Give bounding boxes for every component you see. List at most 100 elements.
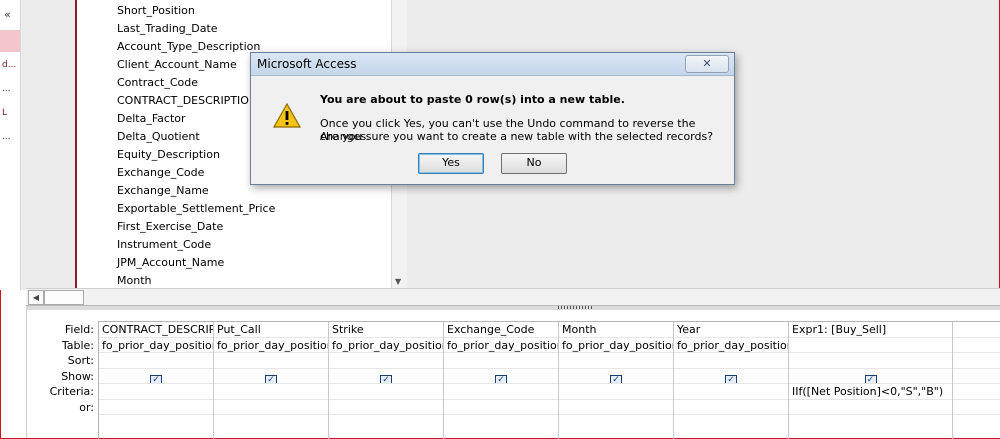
grid-cell-sort[interactable]	[99, 353, 213, 369]
grid-cell-show[interactable]: ✓	[214, 369, 328, 384]
grid-cell-or[interactable]	[214, 400, 328, 415]
design-area-left	[21, 0, 75, 290]
scroll-thumb[interactable]	[44, 290, 84, 305]
grid-cell-sort[interactable]	[329, 353, 443, 369]
grid-cell-field[interactable]: Strike	[329, 322, 443, 338]
grid-cell-table[interactable]: fo_prior_day_position	[214, 338, 328, 353]
grid-cell-show[interactable]: ✓	[789, 369, 952, 384]
grid-column[interactable]: Month fo_prior_day_position ✓	[559, 322, 674, 439]
row-label-table: Table:	[61, 338, 94, 352]
grid-cell-or[interactable]	[789, 400, 952, 415]
grid-cell-table[interactable]: fo_prior_day_position	[559, 338, 673, 353]
grid-cell-show[interactable]: ✓	[674, 369, 788, 384]
dialog-titlebar: Microsoft Access ✕	[251, 53, 734, 76]
row-label-criteria: Criteria:	[49, 385, 94, 398]
confirm-dialog: Microsoft Access ✕ You are about to past…	[250, 52, 735, 185]
dialog-title: Microsoft Access	[257, 57, 357, 71]
grid-cell-sort[interactable]	[674, 353, 788, 369]
grid-cell-criteria[interactable]	[99, 384, 213, 400]
show-checkbox[interactable]: ✓	[864, 374, 877, 384]
grid-column[interactable]: Put_Call fo_prior_day_position ✓	[214, 322, 329, 439]
grid-cell-sort[interactable]	[953, 353, 1000, 369]
grid-row-labels: Field: Table: Sort: Show: Criteria: or:	[27, 322, 97, 415]
grid-cell-show[interactable]: ✓	[329, 369, 443, 384]
scroll-left-arrow-icon[interactable]: ◀	[28, 290, 44, 305]
dialog-message-line2: Are you sure you want to create a new ta…	[320, 130, 714, 143]
grid-cell-show[interactable]: ✓	[444, 369, 558, 384]
warning-icon	[273, 103, 301, 128]
show-checkbox[interactable]: ✓	[725, 374, 737, 384]
grid-cell-or[interactable]	[444, 400, 558, 415]
grid-cell-table[interactable]: fo_prior_day_position	[99, 338, 213, 353]
yes-button[interactable]: Yes	[418, 153, 484, 174]
field-list-item[interactable]: Short_Position	[117, 2, 275, 20]
collapse-chevron-icon[interactable]: «	[4, 8, 11, 21]
grid-cell-field[interactable]: Expr1: [Buy_Sell]	[789, 322, 952, 338]
grid-cell-criteria[interactable]	[444, 384, 558, 400]
grid-cell-table[interactable]: fo_prior_day_position	[329, 338, 443, 353]
grid-cell-show[interactable]	[953, 369, 1000, 384]
grid-column[interactable]: Expr1: [Buy_Sell] ✓ IIf([Net Position]<0,"…	[789, 322, 953, 439]
grid-cell-show[interactable]: ✓	[559, 369, 673, 384]
grid-cell-show[interactable]: ✓	[99, 369, 213, 384]
row-label-field: Field:	[64, 323, 94, 336]
nav-item-label[interactable]: L	[2, 108, 7, 118]
field-list-item[interactable]: Instrument_Code	[117, 236, 275, 254]
grid-cell-field[interactable]	[953, 322, 1000, 338]
horizontal-scrollbar[interactable]: ◀	[26, 288, 1000, 306]
grid-cell-criteria[interactable]	[953, 384, 1000, 400]
grid-cell-table[interactable]	[789, 338, 952, 353]
grid-cell-table[interactable]: fo_prior_day_position	[444, 338, 558, 353]
nav-item-label[interactable]: ...	[2, 84, 11, 94]
grid-cell-table[interactable]: fo_prior_day_position	[674, 338, 788, 353]
show-checkbox[interactable]: ✓	[380, 374, 392, 384]
grid-cell-field[interactable]: Month	[559, 322, 673, 338]
grid-cell-criteria[interactable]	[559, 384, 673, 400]
grid-cell-sort[interactable]	[444, 353, 558, 369]
show-checkbox[interactable]: ✓	[495, 374, 507, 384]
close-button[interactable]: ✕	[685, 55, 729, 73]
grid-cell-or[interactable]	[559, 400, 673, 415]
grid-cell-field[interactable]: Year	[674, 322, 788, 338]
grid-cell-or[interactable]	[329, 400, 443, 415]
no-button[interactable]: No	[501, 153, 567, 174]
grid-cell-table[interactable]	[953, 338, 1000, 353]
query-design-grid: Field: Table: Sort: Show: Criteria: or: …	[26, 310, 1000, 439]
nav-item-label[interactable]: ...	[2, 132, 11, 142]
grid-cell-criteria[interactable]: IIf([Net Position]<0,"S","B")	[789, 384, 952, 400]
grid-cell-sort[interactable]	[789, 353, 952, 369]
field-list-item[interactable]: First_Exercise_Date	[117, 218, 275, 236]
grid-cell-or[interactable]	[99, 400, 213, 415]
navigation-pane: « d... ... L ...	[0, 0, 21, 290]
row-label-or: or:	[79, 400, 94, 414]
grid-column[interactable]: Year fo_prior_day_position ✓	[674, 322, 789, 439]
splitter-grip[interactable]	[558, 306, 594, 309]
grid-cell-field[interactable]: Put_Call	[214, 322, 328, 338]
grid-cell-sort[interactable]	[559, 353, 673, 369]
show-checkbox[interactable]: ✓	[150, 374, 162, 384]
field-list-item[interactable]: JPM_Account_Name	[117, 254, 275, 272]
field-list-item[interactable]: Last_Trading_Date	[117, 20, 275, 38]
grid-columns: CONTRACT_DESCRIPTI fo_prior_day_position ✓…	[98, 321, 1000, 439]
row-label-sort: Sort:	[67, 354, 94, 367]
grid-cell-or[interactable]	[674, 400, 788, 415]
grid-cell-criteria[interactable]	[214, 384, 328, 400]
field-list-item[interactable]: Exportable_Settlement_Price	[117, 200, 275, 218]
grid-cell-field[interactable]: CONTRACT_DESCRIPTI	[99, 322, 213, 338]
grid-column[interactable]: Exchange_Code fo_prior_day_position ✓	[444, 322, 559, 439]
grid-cell-criteria[interactable]	[674, 384, 788, 400]
show-checkbox[interactable]: ✓	[610, 374, 622, 384]
nav-item-label[interactable]: d...	[2, 60, 16, 70]
show-checkbox[interactable]: ✓	[265, 374, 277, 384]
grid-cell-or[interactable]	[953, 400, 1000, 415]
scroll-down-arrow-icon[interactable]: ▼	[395, 277, 401, 286]
grid-column[interactable]	[953, 322, 1000, 439]
grid-cell-field[interactable]: Exchange_Code	[444, 322, 558, 338]
grid-cell-criteria[interactable]	[329, 384, 443, 400]
grid-cell-sort[interactable]	[214, 353, 328, 369]
grid-column[interactable]: Strike fo_prior_day_position ✓	[329, 322, 444, 439]
dialog-message-bold: You are about to paste 0 row(s) into a n…	[320, 93, 625, 106]
row-label-show: Show:	[61, 369, 94, 383]
grid-column[interactable]: CONTRACT_DESCRIPTI fo_prior_day_position ✓	[99, 322, 214, 439]
nav-selected-item[interactable]	[0, 30, 20, 52]
